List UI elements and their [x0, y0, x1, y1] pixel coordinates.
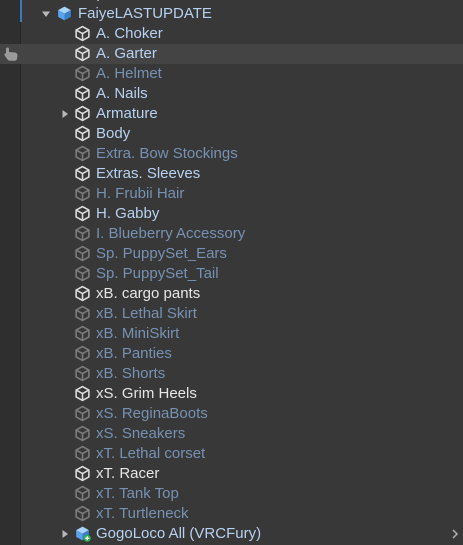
cube-icon: [74, 265, 91, 282]
hierarchy-row[interactable]: xT. Lethal corset: [0, 444, 463, 464]
object-label: H. Gabby: [96, 205, 160, 222]
object-label: Body: [96, 125, 131, 142]
hierarchy-row[interactable]: xB. Panties: [0, 344, 463, 364]
cube-icon: [74, 505, 91, 522]
hierarchy-row[interactable]: xS. ReginaBoots: [0, 404, 463, 424]
object-label: A. Choker: [96, 25, 163, 42]
object-label: Extras. Sleeves: [96, 165, 201, 182]
object-label: xB. Lethal Skirt: [96, 305, 197, 322]
cube-icon: [74, 325, 91, 342]
cube-icon: [74, 45, 91, 62]
object-label: xT. Lethal corset: [96, 445, 206, 462]
object-label: Sp. PuppySet_Ears: [96, 245, 227, 262]
hierarchy-row[interactable]: A. Choker: [0, 24, 463, 44]
cube-icon: [74, 125, 91, 142]
cube-icon: [74, 65, 91, 82]
object-label: xS. ReginaBoots: [96, 405, 208, 422]
collapse-arrow-icon[interactable]: [60, 529, 70, 539]
cube-icon: [74, 385, 91, 402]
hierarchy-row[interactable]: xB. Lethal Skirt: [0, 304, 463, 324]
hierarchy-row[interactable]: xS. Sneakers: [0, 424, 463, 444]
object-label: xS. Sneakers: [96, 425, 186, 442]
cube-icon: [74, 365, 91, 382]
object-label: I. Blueberry Accessory: [96, 225, 246, 242]
object-label: xB. Panties: [96, 345, 172, 362]
vrcfury-cube-icon: [74, 525, 91, 542]
cube-icon: [74, 25, 91, 42]
object-label: GogoLoco All (VRCFury): [96, 525, 262, 542]
hierarchy-row-root[interactable]: FaiyeLASTUPDATE: [0, 4, 463, 24]
hierarchy-row[interactable]: H. Gabby: [0, 204, 463, 224]
object-label: A. Garter: [96, 45, 157, 62]
object-label: xS. Grim Heels: [96, 385, 197, 402]
collapse-arrow-icon[interactable]: [60, 109, 70, 119]
hierarchy-row[interactable]: Extras. Sleeves: [0, 164, 463, 184]
hierarchy-row[interactable]: A. Helmet: [0, 64, 463, 84]
object-label: A. Helmet: [96, 65, 162, 82]
hierarchy-row[interactable]: A. Nails: [0, 84, 463, 104]
object-label: xT. Racer: [96, 465, 160, 482]
cube-icon: [74, 205, 91, 222]
cube-icon: [74, 445, 91, 462]
cube-icon: [74, 305, 91, 322]
hierarchy-row[interactable]: xT. Racer: [0, 464, 463, 484]
object-label: xB. Shorts: [96, 365, 166, 382]
hierarchy-row[interactable]: xT. Turtleneck: [0, 504, 463, 524]
scroll-right-icon[interactable]: [451, 529, 459, 539]
cube-icon: [74, 345, 91, 362]
cube-icon: [74, 245, 91, 262]
object-label: Extra. Bow Stockings: [96, 145, 238, 162]
hierarchy-row[interactable]: Extra. Bow Stockings: [0, 144, 463, 164]
object-label: xT. Tank Top: [96, 485, 179, 502]
object-label: xB. cargo pants: [96, 285, 201, 302]
hierarchy-row[interactable]: Body: [0, 124, 463, 144]
object-label: A. Nails: [96, 85, 148, 102]
hierarchy-row[interactable]: Sp. PuppySet_Tail: [0, 264, 463, 284]
object-label: Armature: [96, 105, 158, 122]
hierarchy-row[interactable]: xB. MiniSkirt: [0, 324, 463, 344]
hierarchy-row[interactable]: GogoLoco All (VRCFury): [0, 524, 463, 544]
cube-icon: [74, 425, 91, 442]
cube-icon: [74, 225, 91, 242]
hierarchy-row[interactable]: I. Blueberry Accessory: [0, 224, 463, 244]
object-label: xT. Turtleneck: [96, 505, 189, 522]
object-label: H. Frubii Hair: [96, 185, 185, 202]
hierarchy-row[interactable]: xB. cargo pants: [0, 284, 463, 304]
cube-icon: [74, 105, 91, 122]
cube-icon: [74, 165, 91, 182]
hierarchy-row[interactable]: xS. Grim Heels: [0, 384, 463, 404]
cube-icon: [74, 285, 91, 302]
hand-pointer-icon: [2, 46, 20, 62]
cube-icon: [74, 145, 91, 162]
cube-icon: [74, 85, 91, 102]
prefab-cube-icon: [56, 5, 73, 22]
hierarchy-row[interactable]: xT. Tank Top: [0, 484, 463, 504]
hierarchy-row[interactable]: Sp. PuppySet_Ears: [0, 244, 463, 264]
expand-arrow-icon[interactable]: [41, 9, 51, 19]
cube-icon: [74, 405, 91, 422]
hierarchy-row[interactable]: xB. Shorts: [0, 364, 463, 384]
hierarchy-row[interactable]: A. Garter: [0, 44, 463, 64]
cube-icon: [74, 185, 91, 202]
hierarchy-row[interactable]: H. Frubii Hair: [0, 184, 463, 204]
hierarchy-row[interactable]: Armature: [0, 104, 463, 124]
object-label: Sp. PuppySet_Tail: [96, 265, 219, 282]
root-object-label: FaiyeLASTUPDATE: [78, 5, 212, 22]
cube-icon: [74, 485, 91, 502]
cube-icon: [74, 465, 91, 482]
object-label: xB. MiniSkirt: [96, 325, 180, 342]
cube-icon: [97, 0, 99, 1]
